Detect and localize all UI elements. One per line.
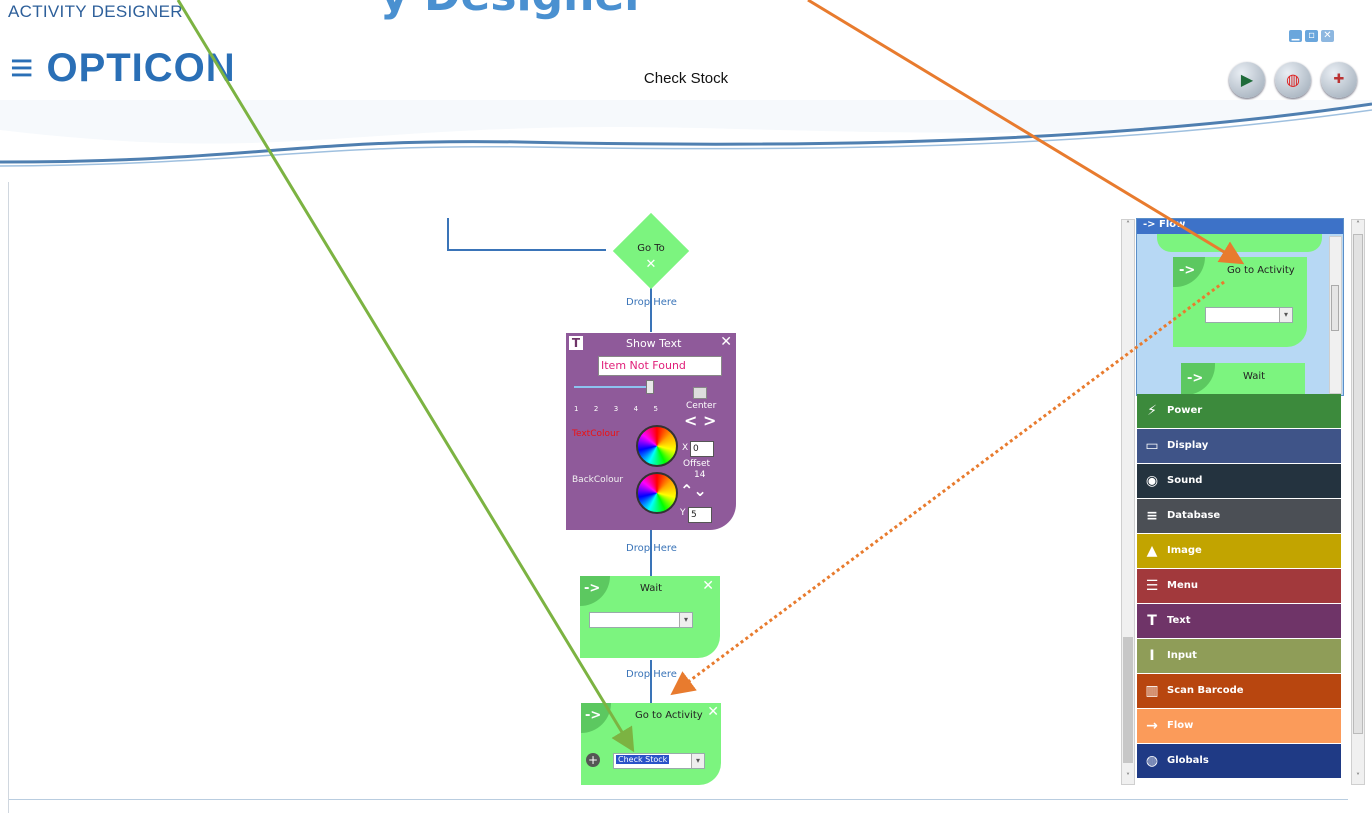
annotation-arrows xyxy=(176,0,1245,753)
orange-annotation-arrow xyxy=(807,0,1245,265)
orange-dotted-annotation-arrow xyxy=(670,280,1225,696)
green-annotation-arrow xyxy=(176,0,635,753)
